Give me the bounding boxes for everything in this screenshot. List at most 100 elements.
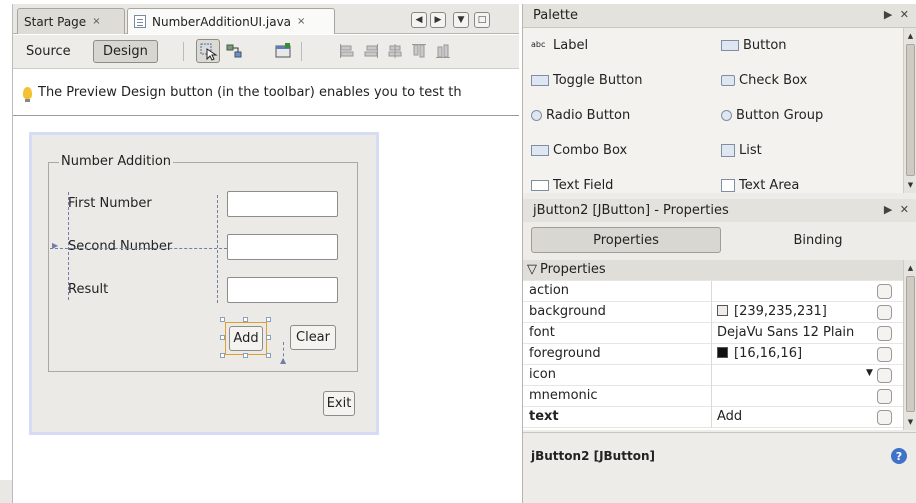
- minimize-close-icon[interactable]: ▶ ✕: [884, 8, 911, 21]
- editor-toolbar: Source Design: [13, 35, 519, 69]
- resize-handle[interactable]: [266, 353, 271, 358]
- customizer-button[interactable]: [877, 389, 892, 404]
- property-row-background[interactable]: background [239,235,231]: [523, 302, 903, 323]
- property-row-action[interactable]: action: [523, 281, 903, 302]
- window-edge: [0, 480, 12, 503]
- scroll-tabs-left-icon[interactable]: ◀: [411, 12, 427, 28]
- toggle-button-icon: [531, 74, 549, 86]
- result-label[interactable]: Result: [68, 282, 108, 297]
- clear-button[interactable]: Clear: [290, 325, 336, 350]
- resize-handle[interactable]: [220, 335, 225, 340]
- scroll-up-icon[interactable]: ▲: [905, 262, 916, 273]
- resize-handle[interactable]: [243, 353, 248, 358]
- align-top-icon[interactable]: [411, 43, 427, 59]
- help-icon[interactable]: ?: [891, 448, 907, 464]
- text-field-icon: [531, 179, 549, 191]
- customizer-button[interactable]: [877, 284, 892, 299]
- customizer-button[interactable]: [877, 368, 892, 383]
- exit-button[interactable]: Exit: [323, 391, 355, 416]
- close-icon[interactable]: ×: [92, 16, 100, 27]
- scroll-thumb[interactable]: [906, 44, 915, 176]
- tab-binding[interactable]: Binding: [723, 227, 913, 253]
- second-number-label[interactable]: Second Number: [68, 239, 172, 254]
- palette-item-button-group[interactable]: Button Group: [721, 104, 823, 126]
- scroll-tabs-right-icon[interactable]: ▶: [430, 12, 446, 28]
- button-group-icon: [721, 109, 732, 121]
- customizer-button[interactable]: [877, 347, 892, 362]
- palette-item-button[interactable]: Button: [721, 34, 787, 56]
- palette-item-combo-box[interactable]: Combo Box: [531, 139, 627, 161]
- selection-frame: [225, 322, 267, 355]
- property-row-icon[interactable]: icon ▼: [523, 365, 903, 386]
- color-swatch: [717, 347, 728, 358]
- align-left-icon[interactable]: [339, 43, 355, 59]
- tab-label: Start Page: [24, 14, 87, 29]
- property-row-text[interactable]: text Add: [523, 407, 903, 428]
- selection-mode-icon[interactable]: [196, 39, 220, 63]
- first-number-field[interactable]: [227, 191, 338, 217]
- alignment-guide: [217, 195, 218, 303]
- resize-handle[interactable]: [243, 317, 248, 322]
- close-icon[interactable]: ×: [297, 16, 305, 27]
- expand-icon[interactable]: ▽: [527, 262, 537, 277]
- check-box-icon: [721, 74, 735, 86]
- resize-handle[interactable]: [266, 335, 271, 340]
- properties-scrollbar[interactable]: ▲ ▼: [903, 260, 916, 430]
- customizer-button[interactable]: [877, 326, 892, 341]
- alignment-guide: [50, 248, 227, 249]
- properties-section-header[interactable]: ▽ Properties: [523, 260, 903, 281]
- tab-start-page[interactable]: Start Page ×: [17, 8, 125, 34]
- toolbar-separator: [301, 42, 302, 61]
- palette-item-text-area[interactable]: Text Area: [721, 174, 799, 196]
- show-opened-documents-icon[interactable]: ▼: [453, 12, 469, 28]
- customizer-button[interactable]: [877, 410, 892, 425]
- design-button[interactable]: Design: [93, 40, 158, 63]
- palette-item-radio-button[interactable]: Radio Button: [531, 104, 630, 126]
- second-number-field[interactable]: [227, 234, 338, 260]
- connection-mode-icon[interactable]: [226, 43, 242, 59]
- properties-title-bar: jButton2 [JButton] - Properties ▶ ✕: [523, 199, 916, 223]
- jframe-form[interactable]: Number Addition First Number Second Numb…: [29, 132, 379, 435]
- button-icon: [721, 39, 739, 51]
- align-right-icon[interactable]: [363, 43, 379, 59]
- palette-scrollbar[interactable]: ▲ ▼: [903, 28, 916, 193]
- resize-handle[interactable]: [220, 353, 225, 358]
- align-bottom-icon[interactable]: [435, 43, 451, 59]
- right-panes: Palette ▶ ✕ abc Label Button Toggle Butto…: [522, 4, 916, 503]
- tab-properties[interactable]: Properties: [531, 227, 721, 253]
- center-horizontally-icon[interactable]: [387, 43, 403, 59]
- properties-tabs: Properties Binding: [523, 222, 916, 258]
- dropdown-arrow-icon[interactable]: ▼: [866, 368, 873, 378]
- scroll-down-icon[interactable]: ▼: [905, 416, 916, 427]
- preview-design-icon[interactable]: [275, 43, 291, 59]
- palette-item-label[interactable]: abc Label: [531, 34, 588, 56]
- design-canvas[interactable]: Number Addition First Number Second Numb…: [13, 117, 519, 503]
- editor-tabbar: Start Page × NumberAdditionUI.java × ◀ ▶…: [13, 4, 519, 34]
- scroll-up-icon[interactable]: ▲: [905, 30, 916, 41]
- property-row-foreground[interactable]: foreground [16,16,16]: [523, 344, 903, 365]
- minimize-close-icon[interactable]: ▶ ✕: [884, 203, 911, 216]
- customizer-button[interactable]: [877, 305, 892, 320]
- list-icon: [721, 143, 735, 157]
- resize-handle[interactable]: [220, 317, 225, 322]
- radio-button-icon: [531, 109, 542, 121]
- palette-item-toggle-button[interactable]: Toggle Button: [531, 69, 642, 91]
- property-row-font[interactable]: font DejaVu Sans 12 Plain: [523, 323, 903, 344]
- scroll-thumb[interactable]: [906, 276, 915, 412]
- alignment-guide: [68, 192, 69, 300]
- palette-item-list[interactable]: List: [721, 139, 762, 161]
- palette-list: abc Label Button Toggle Button Check Box …: [523, 28, 903, 193]
- palette-item-check-box[interactable]: Check Box: [721, 69, 807, 91]
- text-area-icon: [721, 178, 735, 192]
- tab-label: NumberAdditionUI.java: [152, 14, 292, 29]
- palette-item-text-field[interactable]: Text Field: [531, 174, 613, 196]
- tab-number-addition-ui[interactable]: NumberAdditionUI.java ×: [127, 8, 335, 34]
- scroll-down-icon[interactable]: ▼: [905, 179, 916, 190]
- maximize-window-icon[interactable]: □: [474, 12, 490, 28]
- first-number-label[interactable]: First Number: [68, 196, 152, 211]
- toolbar-separator: [183, 42, 184, 61]
- property-row-mnemonic[interactable]: mnemonic: [523, 386, 903, 407]
- result-field[interactable]: [227, 277, 338, 303]
- source-button[interactable]: Source: [17, 40, 80, 63]
- resize-handle[interactable]: [266, 317, 271, 322]
